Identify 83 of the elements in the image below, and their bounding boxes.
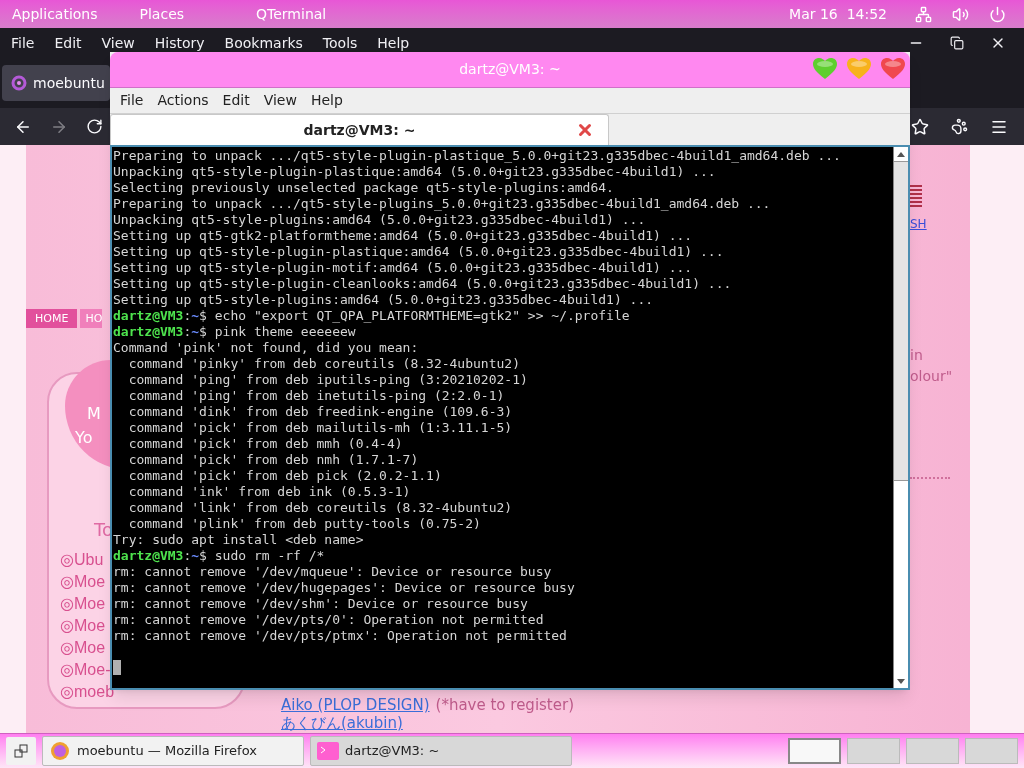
- prompt-separator: :: [183, 308, 192, 324]
- menu-item[interactable]: File: [120, 90, 144, 111]
- site-icon: [11, 75, 27, 91]
- terminal-line: command 'dink' from deb freedink-engine (109.6-3): [127, 404, 513, 420]
- windows-icon: [14, 744, 28, 758]
- prompt-path: ~: [191, 308, 200, 324]
- power-icon[interactable]: [989, 5, 1006, 23]
- terminal-line: Try: sudo apt install <deb name>: [113, 532, 364, 548]
- menu-item[interactable]: Bookmarks: [224, 32, 303, 54]
- paw-icon[interactable]: [951, 118, 968, 135]
- terminal-line: rm: cannot remove '/dev/pts/ptmx': Operation not permitted: [113, 628, 567, 644]
- menu-item[interactable]: Tools: [322, 32, 358, 54]
- terminal-line: Selecting previously unselected package qt5-style-plugins:amd64.: [113, 180, 614, 196]
- task-button[interactable]: dartz@VM3: ~: [310, 736, 572, 766]
- prompt-user: dartz@VM3: [113, 324, 184, 340]
- heart-text: Yo: [75, 427, 93, 449]
- menu-item[interactable]: View: [101, 32, 135, 54]
- prompt-user: dartz@VM3: [113, 548, 184, 564]
- prompt-command: $ pink theme eeeeeew: [199, 324, 356, 340]
- flag-icon: [910, 185, 922, 207]
- terminal-line: command 'ping' from deb iputils-ping (3:20210202-1): [127, 372, 528, 388]
- reload-icon[interactable]: [86, 118, 103, 135]
- prompt-separator: :: [183, 324, 192, 340]
- task-button[interactable]: moebuntu — Mozilla Firefox: [42, 736, 304, 766]
- terminal-line: Unpacking qt5-style-plugin-plastique:amd64 (5.0.0+git23.g335dbec-4build1) ...: [113, 164, 716, 180]
- heart-text: M: [87, 403, 101, 425]
- menu-item[interactable]: Help: [310, 90, 343, 111]
- terminal-line: Setting up qt5-style-plugins:amd64 (5.0.0+git23.g335dbec-4build1) ...: [113, 292, 654, 308]
- side-text: olour": [910, 367, 953, 386]
- prompt-command: $ echo "export QT_QPA_PLATFORMTHEME=gtk2" >> ~/.profile: [199, 308, 630, 324]
- terminal-line: Preparing to unpack .../qt5-style-plugin-plastique_5.0.0+git23.g335dbec-4build1_amd64.deb ...: [113, 148, 841, 164]
- terminal-line: command 'ping' from deb inetutils-ping (2:2.0-1): [127, 388, 505, 404]
- terminal-line: Setting up qt5-gtk2-platformtheme:amd64 (5.0.0+git23.g335dbec-4build1) ...: [113, 228, 693, 244]
- terminal-line: rm: cannot remove '/dev/shm': Device or resource busy: [113, 596, 528, 612]
- menu-item[interactable]: View: [263, 90, 297, 111]
- prompt-path: ~: [191, 548, 200, 564]
- side-text: in: [910, 346, 923, 365]
- terminal-line: Setting up qt5-style-plugin-cleanlooks:amd64 (5.0.0+git23.g335dbec-4build1) ...: [113, 276, 732, 292]
- terminal-line: Setting up qt5-style-plugin-plastique:amd64 (5.0.0+git23.g335dbec-4build1) ...: [113, 244, 724, 260]
- prompt-command: $ sudo rm -rf /*: [199, 548, 325, 564]
- menu-item[interactable]: Edit: [54, 32, 82, 54]
- terminal-line: command 'pick' from deb mailutils-mh (1:3.11.1-5): [127, 420, 513, 436]
- terminal-line: Unpacking qt5-style-plugins:amd64 (5.0.0+git23.g335dbec-4build1) ...: [113, 212, 646, 228]
- terminal-line: command 'pick' from deb pick (2.0.2-1.1): [127, 468, 442, 484]
- text-cursor: [113, 660, 121, 675]
- terminal-line: command 'ink' from deb ink (0.5.3-1): [127, 484, 411, 500]
- scroll-down-icon[interactable]: [897, 678, 905, 684]
- menu-item[interactable]: History: [154, 32, 205, 54]
- show-desktop-button[interactable]: [6, 737, 36, 765]
- bookmark-star-icon[interactable]: [911, 117, 929, 136]
- terminal-line: Setting up qt5-style-plugin-motif:amd64 (5.0.0+git23.g335dbec-4build1) ...: [113, 260, 693, 276]
- browser-tab[interactable]: moebuntu: [2, 65, 110, 101]
- nav-tab[interactable]: HOME: [26, 309, 78, 328]
- terminal-tab[interactable]: dartz@VM3: ~: [110, 114, 609, 145]
- browser-icon: [49, 741, 71, 761]
- terminal-line: Preparing to unpack .../qt5-style-plugins_5.0.0+git23.g335dbec-4build1_amd64.deb ...: [113, 196, 771, 212]
- prompt-user: dartz@VM3: [113, 308, 184, 324]
- terminal-line: command 'pinky' from deb coreutils (8.32-4ubuntu2): [127, 356, 520, 372]
- scroll-up-icon[interactable]: [897, 151, 905, 157]
- menu-item[interactable]: Actions: [157, 90, 209, 111]
- prompt-path: ~: [191, 324, 200, 340]
- close-tab-icon[interactable]: [576, 121, 594, 139]
- restore-icon[interactable]: [950, 36, 964, 50]
- terminal-line: rm: cannot remove '/dev/pts/0': Operation not permitted: [113, 612, 544, 628]
- volume-icon[interactable]: [952, 5, 969, 23]
- terminal-line: command 'link' from deb coreutils (8.32-4ubuntu2): [127, 500, 513, 516]
- workspace-button[interactable]: [788, 738, 841, 764]
- terminal-line: command 'pick' from deb nmh (1.7.1-7): [127, 452, 419, 468]
- scrollbar[interactable]: [893, 147, 908, 688]
- menu-item[interactable]: File: [11, 32, 35, 54]
- language-link[interactable]: SH: [910, 215, 927, 233]
- network-icon[interactable]: [915, 5, 932, 23]
- menu-item[interactable]: Edit: [222, 90, 250, 111]
- link-note: (*have to register): [435, 696, 574, 714]
- window-title: dartz@VM3: ~: [459, 60, 561, 79]
- terminal-line: command 'pick' from deb mmh (0.4-4): [127, 436, 403, 452]
- prompt-separator: :: [183, 548, 192, 564]
- terminal-line: Command 'pink' not found, did you mean:: [113, 340, 419, 356]
- terminal-line: rm: cannot remove '/dev/mqueue': Device or resource busy: [113, 564, 552, 580]
- terminal-line: command 'plink' from deb putty-tools (0.75-2): [127, 516, 481, 532]
- terminal-line: rm: cannot remove '/dev/hugepages': Device or resource busy: [113, 580, 575, 596]
- menu-item[interactable]: Help: [377, 32, 410, 54]
- terminal-icon: [317, 742, 339, 760]
